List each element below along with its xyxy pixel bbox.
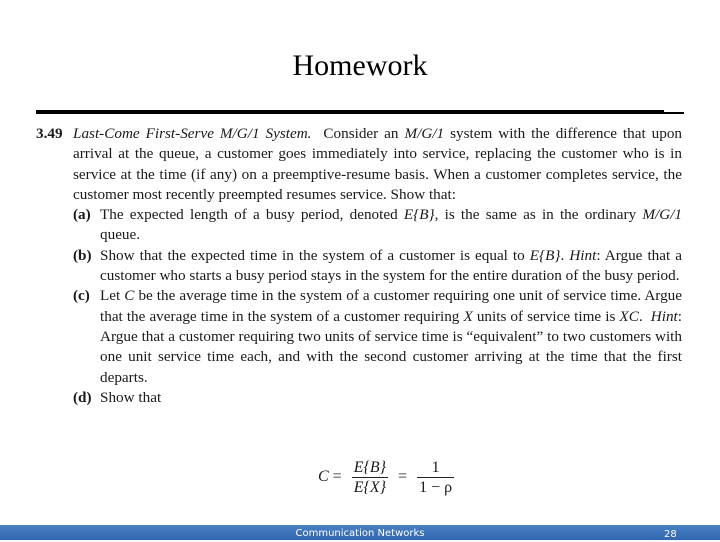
title-divider xyxy=(36,110,664,114)
footer-title: Communication Networks xyxy=(295,528,425,539)
part-text: . xyxy=(560,246,565,264)
part-math: M/G/1 xyxy=(642,206,683,224)
problem-heading: Last-Come First-Serve xyxy=(73,125,214,142)
equals-sign: = xyxy=(398,468,408,485)
fraction-numerator: 1 xyxy=(431,458,440,476)
part-math: E{B} xyxy=(529,246,561,264)
fraction-numerator: E{B} xyxy=(353,458,387,476)
part-math: X xyxy=(463,307,473,325)
formula: C = E{B} E{X} = 1 1 − ρ xyxy=(318,455,460,499)
hint-label: Hint xyxy=(569,246,597,264)
fraction-denominator: E{X} xyxy=(351,476,389,496)
intro-text-1: Consider an xyxy=(323,125,399,142)
problem-number: 3.49 xyxy=(36,125,63,142)
part-label: (d) xyxy=(73,388,92,406)
part-math: E{B} xyxy=(403,206,435,224)
part-c: (c) Let C be the average time in the sys… xyxy=(73,286,682,387)
part-text: Let xyxy=(100,287,121,305)
part-math: XC xyxy=(619,307,639,325)
part-text: , is the same as in the ordinary xyxy=(434,206,637,224)
equals-sign: = xyxy=(332,468,342,485)
heading-suffix: System. xyxy=(265,125,312,142)
title-divider-tail xyxy=(664,112,684,114)
fraction-denominator: 1 − ρ xyxy=(417,476,455,496)
formula-lhs: C xyxy=(318,468,329,485)
part-a: (a) The expected length of a busy period… xyxy=(73,205,682,246)
problem-block: 3.49 Last-Come First-Serve M/G/1 System.… xyxy=(36,124,682,408)
part-label: (b) xyxy=(73,246,92,264)
part-text: Show that xyxy=(100,388,162,406)
slide-title: Homework xyxy=(292,49,428,82)
part-b: (b) Show that the expected time in the s… xyxy=(73,246,682,287)
footer-bar: Communication Networks 28 xyxy=(0,525,720,540)
fraction-2: 1 1 − ρ xyxy=(417,458,455,497)
part-text: The expected length of a busy period, de… xyxy=(100,206,398,224)
part-math: C xyxy=(124,287,135,305)
part-label: (c) xyxy=(73,287,90,305)
part-label: (a) xyxy=(73,206,91,224)
fraction-1: E{B} E{X} xyxy=(351,458,389,497)
part-text: . xyxy=(638,307,643,325)
part-text: Show that the expected time in the syste… xyxy=(100,246,525,264)
hint-label: Hint xyxy=(650,307,678,325)
heading-math: M/G/1 xyxy=(219,125,260,142)
part-d: (d) Show that xyxy=(73,388,682,408)
problem-intro: Last-Come First-Serve M/G/1 System. Cons… xyxy=(73,124,682,205)
intro-math: M/G/1 xyxy=(404,125,445,142)
part-text: units of service time is xyxy=(476,307,616,325)
part-text: queue. xyxy=(100,226,141,244)
